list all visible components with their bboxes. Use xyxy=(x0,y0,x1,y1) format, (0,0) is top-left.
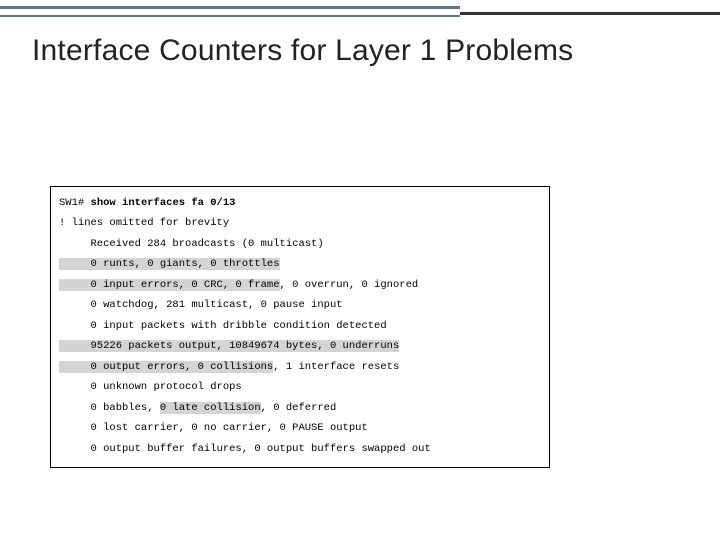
slide-title: Interface Counters for Layer 1 Problems xyxy=(32,34,688,69)
cli-line-unknown: 0 unknown protocol drops xyxy=(59,377,541,397)
cli-line-watchdog: 0 watchdog, 281 multicast, 0 pause input xyxy=(59,295,541,315)
text-babbles-pre: 0 babbles, xyxy=(59,402,160,414)
rule-left xyxy=(0,6,460,17)
cli-command: show interfaces fa 0/13 xyxy=(91,197,236,209)
text-input-errors-rest: , 0 overrun, 0 ignored xyxy=(280,279,419,291)
cli-line-lost-carrier: 0 lost carrier, 0 no carrier, 0 PAUSE ou… xyxy=(59,418,541,438)
cli-line-runts: 0 runts, 0 giants, 0 throttles xyxy=(59,254,541,274)
cli-line-dribble: 0 input packets with dribble condition d… xyxy=(59,316,541,336)
cli-line-received: Received 284 broadcasts (0 multicast) xyxy=(59,234,541,254)
cli-prompt: SW1# xyxy=(59,197,84,209)
highlight-late-collision: 0 late collision xyxy=(160,402,261,414)
highlight-packets-output: 95226 packets output, 10849674 bytes, 0 … xyxy=(59,340,399,352)
cli-output-box: SW1# show interfaces fa 0/13! lines omit… xyxy=(50,186,550,468)
highlight-output-errors: 0 output errors, 0 collisions xyxy=(59,361,273,373)
highlight-runts: 0 runts, 0 giants, 0 throttles xyxy=(59,258,280,270)
slide: Interface Counters for Layer 1 Problems … xyxy=(0,0,720,540)
decorative-top-rule xyxy=(0,6,720,18)
cli-line-output-errors: 0 output errors, 0 collisions, 1 interfa… xyxy=(59,357,541,377)
text-output-errors-rest: , 1 interface resets xyxy=(273,361,399,373)
cli-line-packets-output: 95226 packets output, 10849674 bytes, 0 … xyxy=(59,336,541,356)
cli-line-buffer: 0 output buffer failures, 0 output buffe… xyxy=(59,439,541,459)
cli-command-line: SW1# show interfaces fa 0/13 xyxy=(59,193,541,213)
cli-omitted-note: ! lines omitted for brevity xyxy=(59,213,541,233)
highlight-input-errors: 0 input errors, 0 CRC, 0 frame xyxy=(59,279,280,291)
cli-line-input-errors: 0 input errors, 0 CRC, 0 frame, 0 overru… xyxy=(59,275,541,295)
cli-line-babbles: 0 babbles, 0 late collision, 0 deferred xyxy=(59,398,541,418)
rule-right xyxy=(460,6,720,15)
text-babbles-post: , 0 deferred xyxy=(261,402,337,414)
